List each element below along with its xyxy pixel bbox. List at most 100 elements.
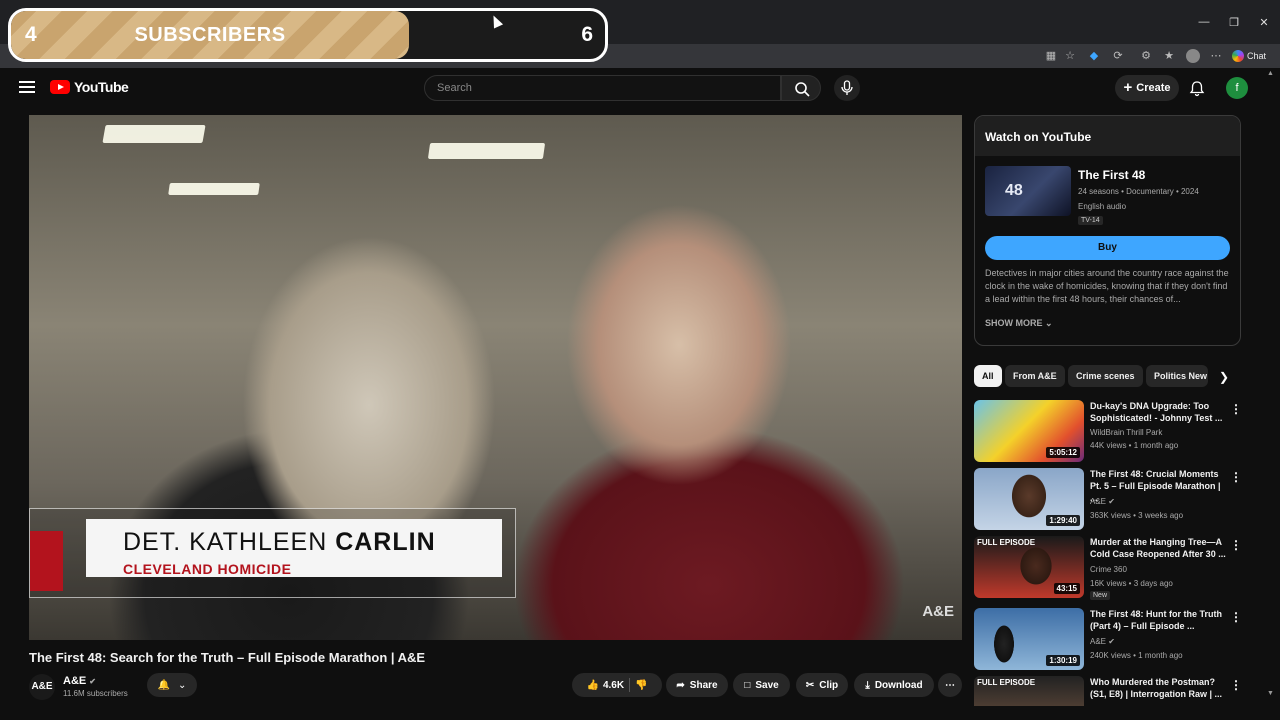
scroll-down-arrow-icon[interactable]: ▼	[1267, 690, 1274, 697]
kebab-menu-icon[interactable]: ⋮	[1230, 610, 1242, 624]
subscriber-label: SUBSCRIBERS	[134, 24, 286, 46]
channel-avatar[interactable]: A&E	[29, 674, 55, 700]
rating-badge: TV-14	[1078, 216, 1103, 225]
lower-third-last-name: CARLIN	[335, 528, 436, 556]
search-input[interactable]: Search	[424, 75, 781, 101]
subscriber-goal-overlay: 4 SUBSCRIBERS 6	[8, 8, 608, 62]
voice-search-button[interactable]	[834, 75, 860, 101]
close-icon[interactable]: ✕	[1248, 0, 1280, 44]
list-item[interactable]: 1:30:19 The First 48: Hunt for the Truth…	[974, 608, 1264, 672]
account-avatar[interactable]: f	[1226, 77, 1248, 99]
rec-views: 363K views • 3 weeks ago	[1090, 511, 1184, 520]
more-menu-icon[interactable]: ⋯	[1209, 49, 1223, 63]
download-button[interactable]: ⤓ Download	[854, 673, 934, 697]
show-more-button[interactable]: SHOW MORE ⌄	[985, 318, 1053, 329]
list-item[interactable]: FULL EPISODE 43:15 Murder at the Hanging…	[974, 536, 1264, 600]
more-actions-button[interactable]: ⋯	[938, 673, 962, 697]
like-button[interactable]: 👍 4.6K	[586, 680, 624, 691]
network-bug: A&E	[922, 603, 954, 620]
video-title: The First 48: Search for the Truth – Ful…	[29, 650, 426, 665]
rec-views: 240K views • 1 month ago	[1090, 651, 1183, 660]
kebab-menu-icon[interactable]: ⋮	[1230, 402, 1242, 416]
video-player[interactable]: DET. KATHLEEN CARLIN CLEVELAND HOMICIDE …	[29, 115, 962, 640]
show-thumbnail[interactable]: 48	[985, 166, 1071, 216]
video-thumbnail[interactable]: FULL EPISODE	[974, 676, 1084, 706]
notifications-bell-icon[interactable]	[1188, 79, 1206, 97]
scroll-up-arrow-icon[interactable]: ▲	[1267, 70, 1274, 77]
show-thumbnail-text: 48	[1005, 182, 1023, 199]
buy-button[interactable]: Buy	[985, 236, 1230, 260]
video-thumbnail[interactable]: 1:30:19	[974, 608, 1084, 670]
thumbs-down-icon: 👎	[635, 679, 648, 691]
rec-title[interactable]: Du-kay's DNA Upgrade: Too Sophisticated!…	[1090, 400, 1227, 424]
rec-title[interactable]: The First 48: Hunt for the Truth (Part 4…	[1090, 608, 1227, 632]
reader-mode-icon[interactable]: ▦	[1044, 49, 1058, 63]
profile-icon[interactable]	[1186, 49, 1200, 63]
lower-third-name: DET. KATHLEEN CARLIN	[123, 528, 436, 557]
chip-from-ae[interactable]: From A&E	[1005, 365, 1065, 387]
video-thumbnail[interactable]: 5:05:12	[974, 400, 1084, 462]
list-item[interactable]: 5:05:12 Du-kay's DNA Upgrade: Too Sophis…	[974, 400, 1264, 464]
rec-channel[interactable]: A&E ✔	[1090, 497, 1115, 506]
chat-button[interactable]: Chat	[1232, 48, 1266, 64]
download-label: Download	[874, 679, 923, 691]
like-count: 4.6K	[602, 679, 625, 691]
favorite-star-icon[interactable]: ☆	[1063, 49, 1077, 63]
rec-channel[interactable]: Crime 360	[1090, 565, 1127, 574]
channel-name[interactable]: A&E ✔	[63, 675, 96, 687]
lower-third-caption: DET. KATHLEEN CARLIN CLEVELAND HOMICIDE	[29, 508, 516, 598]
kebab-menu-icon[interactable]: ⋮	[1230, 538, 1242, 552]
kebab-menu-icon[interactable]: ⋮	[1230, 470, 1242, 484]
restore-icon[interactable]: ❐	[1218, 0, 1250, 44]
show-title[interactable]: The First 48	[1078, 168, 1145, 182]
copilot-icon	[1232, 50, 1244, 62]
save-button[interactable]: □ Save	[733, 673, 790, 697]
video-thumbnail[interactable]: 1:29:40	[974, 468, 1084, 530]
like-dislike-group: 👍 4.6K 👎	[572, 673, 662, 697]
chevron-right-icon[interactable]: ❯	[1213, 366, 1235, 388]
search-button[interactable]	[781, 75, 821, 101]
clip-button[interactable]: ✂ Clip	[796, 673, 848, 697]
favorites-icon[interactable]: ★	[1162, 49, 1176, 63]
plus-icon: +	[1123, 79, 1133, 96]
youtube-logo[interactable]: YouTube	[50, 79, 129, 95]
youtube-play-icon	[50, 80, 70, 94]
rec-title[interactable]: Who Murdered the Postman? (S1, E8) | Int…	[1090, 676, 1227, 700]
dislike-button[interactable]: 👎	[635, 680, 647, 691]
create-button[interactable]: + Create	[1115, 75, 1179, 101]
ceiling-light	[427, 143, 546, 159]
extension-icon[interactable]: ◆	[1087, 49, 1101, 63]
list-item[interactable]: 1:29:40 The First 48: Crucial Moments Pt…	[974, 468, 1264, 532]
refresh-icon[interactable]: ⟳	[1111, 49, 1125, 63]
chat-label: Chat	[1247, 51, 1267, 61]
thumbs-up-icon: 👍	[586, 679, 599, 691]
new-badge: New	[1090, 591, 1111, 600]
watch-on-youtube-panel: Watch on YouTube 48 The First 48 24 seas…	[974, 115, 1241, 346]
share-button[interactable]: ➦ Share	[666, 673, 728, 697]
more-horizontal-icon: ⋯	[945, 679, 955, 691]
subscriber-count: 11.6M subscribers	[63, 689, 128, 698]
show-description: Detectives in major cities around the co…	[985, 268, 1229, 304]
chevron-down-icon: ⌄	[178, 679, 187, 691]
rec-views: 44K views • 1 month ago	[1090, 441, 1179, 450]
minimize-icon[interactable]: —	[1188, 0, 1220, 44]
rec-channel[interactable]: WildBrain Thrill Park	[1090, 428, 1162, 437]
chip-all[interactable]: All	[974, 365, 1002, 387]
list-item[interactable]: FULL EPISODE Who Murdered the Postman? (…	[974, 676, 1264, 706]
rec-channel[interactable]: A&E ✔	[1090, 637, 1115, 646]
chip-crime-scenes[interactable]: Crime scenes	[1068, 365, 1143, 387]
duration-badge: 1:30:19	[1046, 655, 1080, 666]
rec-title[interactable]: Murder at the Hanging Tree—A Cold Case R…	[1090, 536, 1227, 560]
hamburger-menu-icon[interactable]	[19, 81, 35, 93]
extensions-icon[interactable]: ⚙	[1139, 49, 1153, 63]
video-thumbnail[interactable]: FULL EPISODE 43:15	[974, 536, 1084, 598]
duration-badge: 43:15	[1053, 583, 1080, 594]
duration-badge: 5:05:12	[1046, 447, 1080, 458]
bookmark-icon: □	[744, 679, 751, 691]
kebab-menu-icon[interactable]: ⋮	[1230, 678, 1242, 692]
show-more-label: SHOW MORE	[985, 318, 1043, 328]
subscription-bell-button[interactable]: 🔔 ⌄	[147, 673, 197, 697]
chip-politics-news[interactable]: Politics New	[1146, 365, 1208, 387]
rec-views: 16K views • 3 days ago	[1090, 579, 1173, 588]
rec-channel-name: A&E	[1090, 497, 1107, 506]
